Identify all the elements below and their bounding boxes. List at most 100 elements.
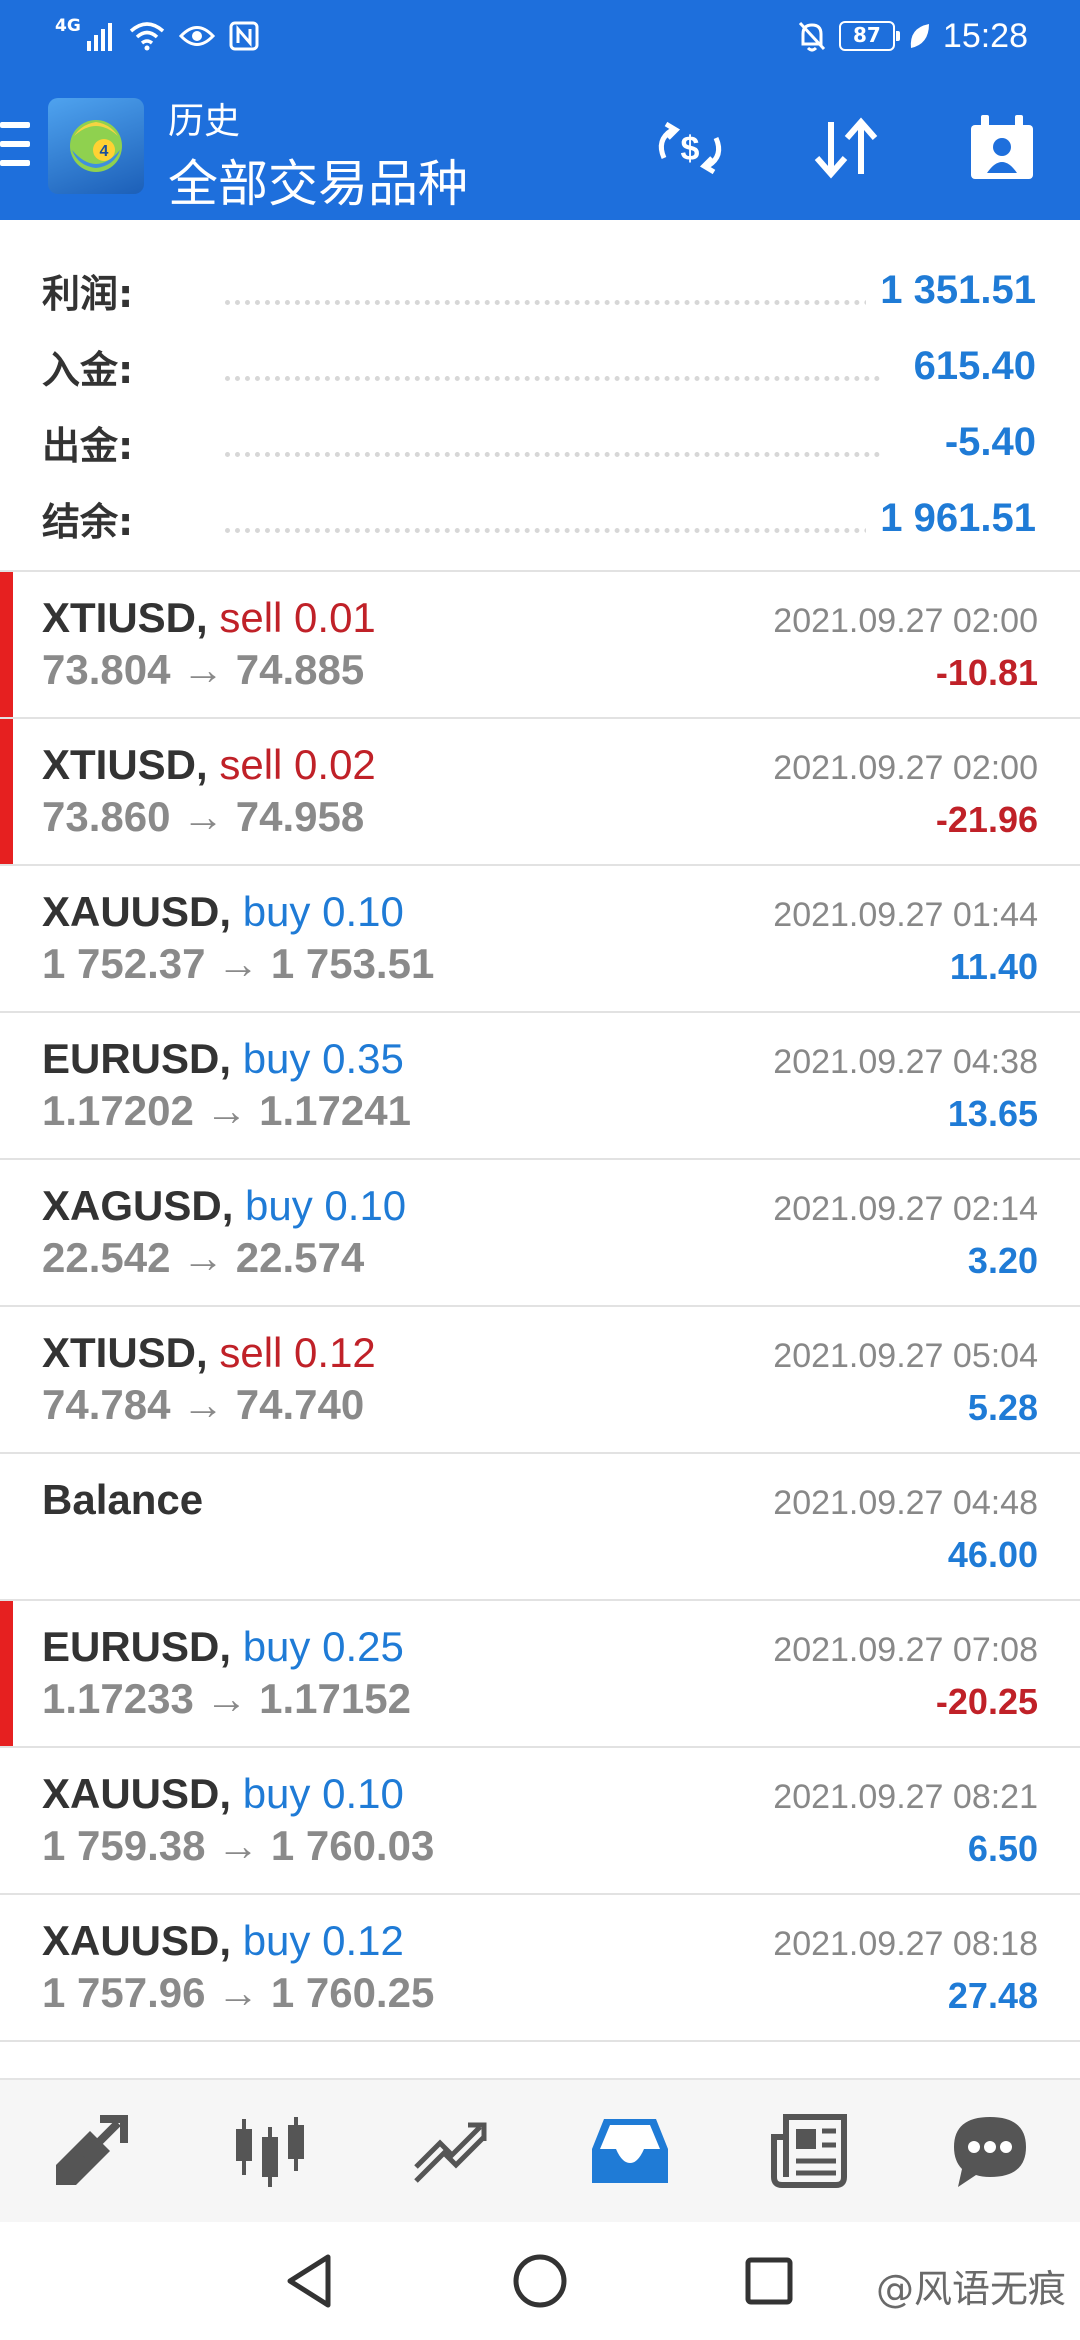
nav-quotes[interactable] [35, 2096, 145, 2206]
menu-button[interactable] [0, 122, 30, 166]
chat-icon [954, 2117, 1026, 2187]
trade-row[interactable]: EURUSD, buy 0.25 1.17233 → 1.17152 2021.… [0, 1601, 1080, 1748]
trade-row[interactable]: XAUUSD, buy 0.12 1 757.96 → 1 760.25 202… [0, 1895, 1080, 2042]
status-right: 87 15:28 [797, 14, 1028, 58]
trade-profit: 46.00 [947, 1534, 1038, 1575]
trade-row[interactable]: EURUSD, buy 0.35 1.17202 → 1.17241 2021.… [0, 1013, 1080, 1160]
app-logo: 4 [48, 98, 144, 194]
trade-prices: 1 752.37 → 1 753.51 [42, 940, 435, 987]
nav-news[interactable] [755, 2096, 865, 2206]
nav-trade[interactable] [395, 2096, 505, 2206]
bottom-navigation [0, 2078, 1080, 2222]
trade-time: 2021.09.27 08:21 [773, 1778, 1038, 1816]
trade-time: 2021.09.27 01:44 [773, 896, 1038, 934]
trade-side: sell 0.01 [219, 594, 376, 641]
trade-symbol: Balance [42, 1476, 204, 1523]
home-button[interactable] [505, 2246, 575, 2316]
summary-label: 结余: [42, 499, 134, 544]
menu-bar [0, 122, 30, 128]
dotted-leader [225, 528, 880, 533]
metatrader-logo-icon: 4 [70, 120, 122, 172]
trade-profit: 3.20 [967, 1240, 1038, 1281]
nfc-icon [229, 21, 259, 51]
trade-prices: 1 759.38 → 1 760.03 [42, 1822, 435, 1869]
trade-symbol: XTIUSD, [42, 1329, 208, 1376]
trade-profit: 13.65 [947, 1093, 1038, 1134]
wifi-icon [129, 22, 164, 51]
trade-symbol: EURUSD, [42, 1035, 232, 1082]
menu-bar [0, 160, 30, 166]
trade-side: buy 0.10 [242, 1770, 404, 1817]
balance-row[interactable]: Balance 2021.09.27 04:48 46.00 [0, 1454, 1080, 1601]
summary-label: 入金: [42, 347, 134, 392]
trade-symbol: EURUSD, [42, 1623, 232, 1670]
trade-side: sell 0.12 [219, 1329, 376, 1376]
back-button[interactable] [274, 2246, 344, 2316]
svg-text:$: $ [681, 130, 700, 168]
network-type: 4G [55, 16, 81, 36]
summary-row-deposit: 入金: 615.40 [0, 328, 1080, 404]
summary-label: 利润: [42, 271, 134, 316]
trade-row[interactable]: XAUUSD, buy 0.10 1 759.38 → 1 760.03 202… [0, 1748, 1080, 1895]
nav-charts[interactable] [215, 2096, 325, 2206]
trade-symbol: XAUUSD, [42, 1917, 232, 1964]
news-icon [771, 2114, 847, 2188]
trade-row[interactable]: XTIUSD, sell 0.12 74.784 → 74.740 2021.0… [0, 1307, 1080, 1454]
trade-side: buy 0.25 [242, 1623, 404, 1670]
summary-row-balance: 结余: 1 961.51 [0, 480, 1080, 556]
trade-symbol: XTIUSD, [42, 594, 208, 641]
mute-bell-icon [798, 21, 826, 52]
trade-prices: 1.17202 → 1.17241 [42, 1087, 411, 1134]
trade-prices: 73.804 → 74.885 [42, 646, 365, 693]
nav-messages[interactable] [935, 2096, 1045, 2206]
trade-profit: -20.25 [935, 1681, 1038, 1722]
trade-time: 2021.09.27 07:08 [773, 1631, 1038, 1669]
trade-time: 2021.09.27 02:00 [773, 602, 1038, 640]
eye-icon [178, 26, 215, 46]
summary-value: 615.40 [899, 343, 1036, 389]
candlestick-chart-icon [236, 2117, 304, 2187]
trade-time: 2021.09.27 04:48 [773, 1484, 1038, 1522]
deposit-button[interactable]: $ [650, 108, 730, 188]
trade-symbol: XAUUSD, [42, 888, 232, 935]
sort-button[interactable] [806, 108, 886, 188]
summary-row-profit: 利润: 1 351.51 [0, 252, 1080, 328]
status-bar: 4G 87 15:28 [0, 0, 1080, 72]
period-button[interactable] [962, 108, 1042, 188]
summary-value: 1 961.51 [866, 495, 1036, 541]
trade-prices: 74.784 → 74.740 [42, 1381, 365, 1428]
home-circle-icon [513, 2254, 567, 2308]
app-title-large[interactable]: 全部交易品种 [168, 144, 468, 216]
trade-title: EURUSD, buy 0.35 [42, 1035, 404, 1083]
trade-time: 2021.09.27 04:38 [773, 1043, 1038, 1081]
trade-side: buy 0.10 [242, 888, 404, 935]
app-title-small: 历史 [168, 101, 241, 142]
summary-label: 出金: [42, 423, 134, 468]
trade-row[interactable]: XTIUSD, sell 0.01 73.804 → 74.885 2021.0… [0, 572, 1080, 719]
leaf-icon [910, 24, 929, 48]
trade-side: buy 0.35 [242, 1035, 404, 1082]
trade-title: XTIUSD, sell 0.12 [42, 1329, 376, 1377]
recents-button[interactable] [734, 2246, 804, 2316]
trade-title: XTIUSD, sell 0.02 [42, 741, 376, 789]
watermark: @风语无痕 [875, 2267, 1066, 2311]
system-navigation-bar: @风语无痕 [0, 2222, 1080, 2340]
back-triangle-icon [287, 2254, 331, 2308]
calendar-user-icon [971, 115, 1033, 179]
trade-row[interactable]: XAGUSD, buy 0.10 22.542 → 22.574 2021.09… [0, 1160, 1080, 1307]
sort-arrows-icon [814, 117, 878, 179]
trade-symbol: XTIUSD, [42, 741, 208, 788]
summary-row-withdrawal: 出金: -5.40 [0, 404, 1080, 480]
svg-text:4: 4 [100, 143, 109, 160]
trade-profit: -10.81 [935, 652, 1038, 693]
trade-title: Balance [42, 1476, 203, 1524]
trade-row[interactable]: XTIUSD, sell 0.02 73.860 → 74.958 2021.0… [0, 719, 1080, 866]
trade-prices: 73.860 → 74.958 [42, 793, 365, 840]
trade-profit: 27.48 [947, 1975, 1038, 2016]
trade-row[interactable]: XAUUSD, buy 0.10 1 752.37 → 1 753.51 202… [0, 866, 1080, 1013]
battery-indicator: 87 [838, 21, 900, 51]
trade-title: XAGUSD, buy 0.10 [42, 1182, 406, 1230]
trade-title: XTIUSD, sell 0.01 [42, 594, 376, 642]
nav-history[interactable] [575, 2096, 685, 2206]
trade-profit: 6.50 [967, 1828, 1038, 1869]
